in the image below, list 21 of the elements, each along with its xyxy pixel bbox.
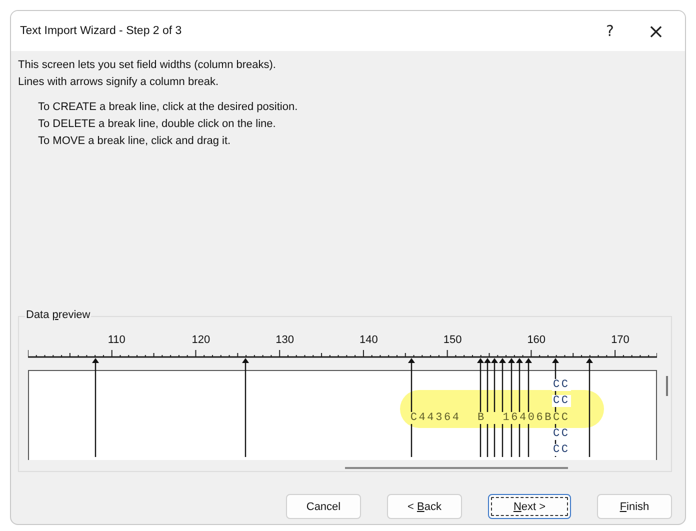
intro-text: This screen lets you set field widths (column breaks). — [18, 58, 277, 73]
dialog-button[interactable]: Finish — [597, 494, 672, 519]
ruler-label: 170 — [611, 334, 630, 347]
ruler-label: 140 — [359, 334, 378, 347]
ruler-label: 110 — [108, 334, 126, 347]
preview-pane[interactable]: CC CC C44364 B 16406BCC CC CC — [28, 370, 657, 460]
window-title: Text Import Wizard - Step 2 of 3 — [20, 25, 183, 37]
instruction-text: To MOVE a break line, click and drag it. — [38, 134, 232, 149]
ruler-label: 120 — [192, 334, 210, 347]
group-label: Data preview — [25, 309, 92, 321]
dialog-button[interactable]: < Back — [387, 494, 462, 519]
ruler-label: 150 — [443, 334, 462, 347]
ruler-label: 160 — [527, 334, 546, 347]
close-button[interactable]: × — [633, 11, 679, 51]
dialog-button[interactable]: Cancel — [286, 494, 361, 519]
ruler-label: 130 — [276, 334, 294, 347]
instruction-text: To CREATE a break line, click at the desired position. — [38, 100, 299, 115]
instruction-text: To DELETE a break line, double click on the line. — [38, 117, 277, 132]
dialog-button[interactable]: Next > — [488, 494, 571, 519]
intro-text: Lines with arrows signify a column break. — [18, 75, 220, 90]
help-button[interactable]: ? — [587, 11, 633, 51]
